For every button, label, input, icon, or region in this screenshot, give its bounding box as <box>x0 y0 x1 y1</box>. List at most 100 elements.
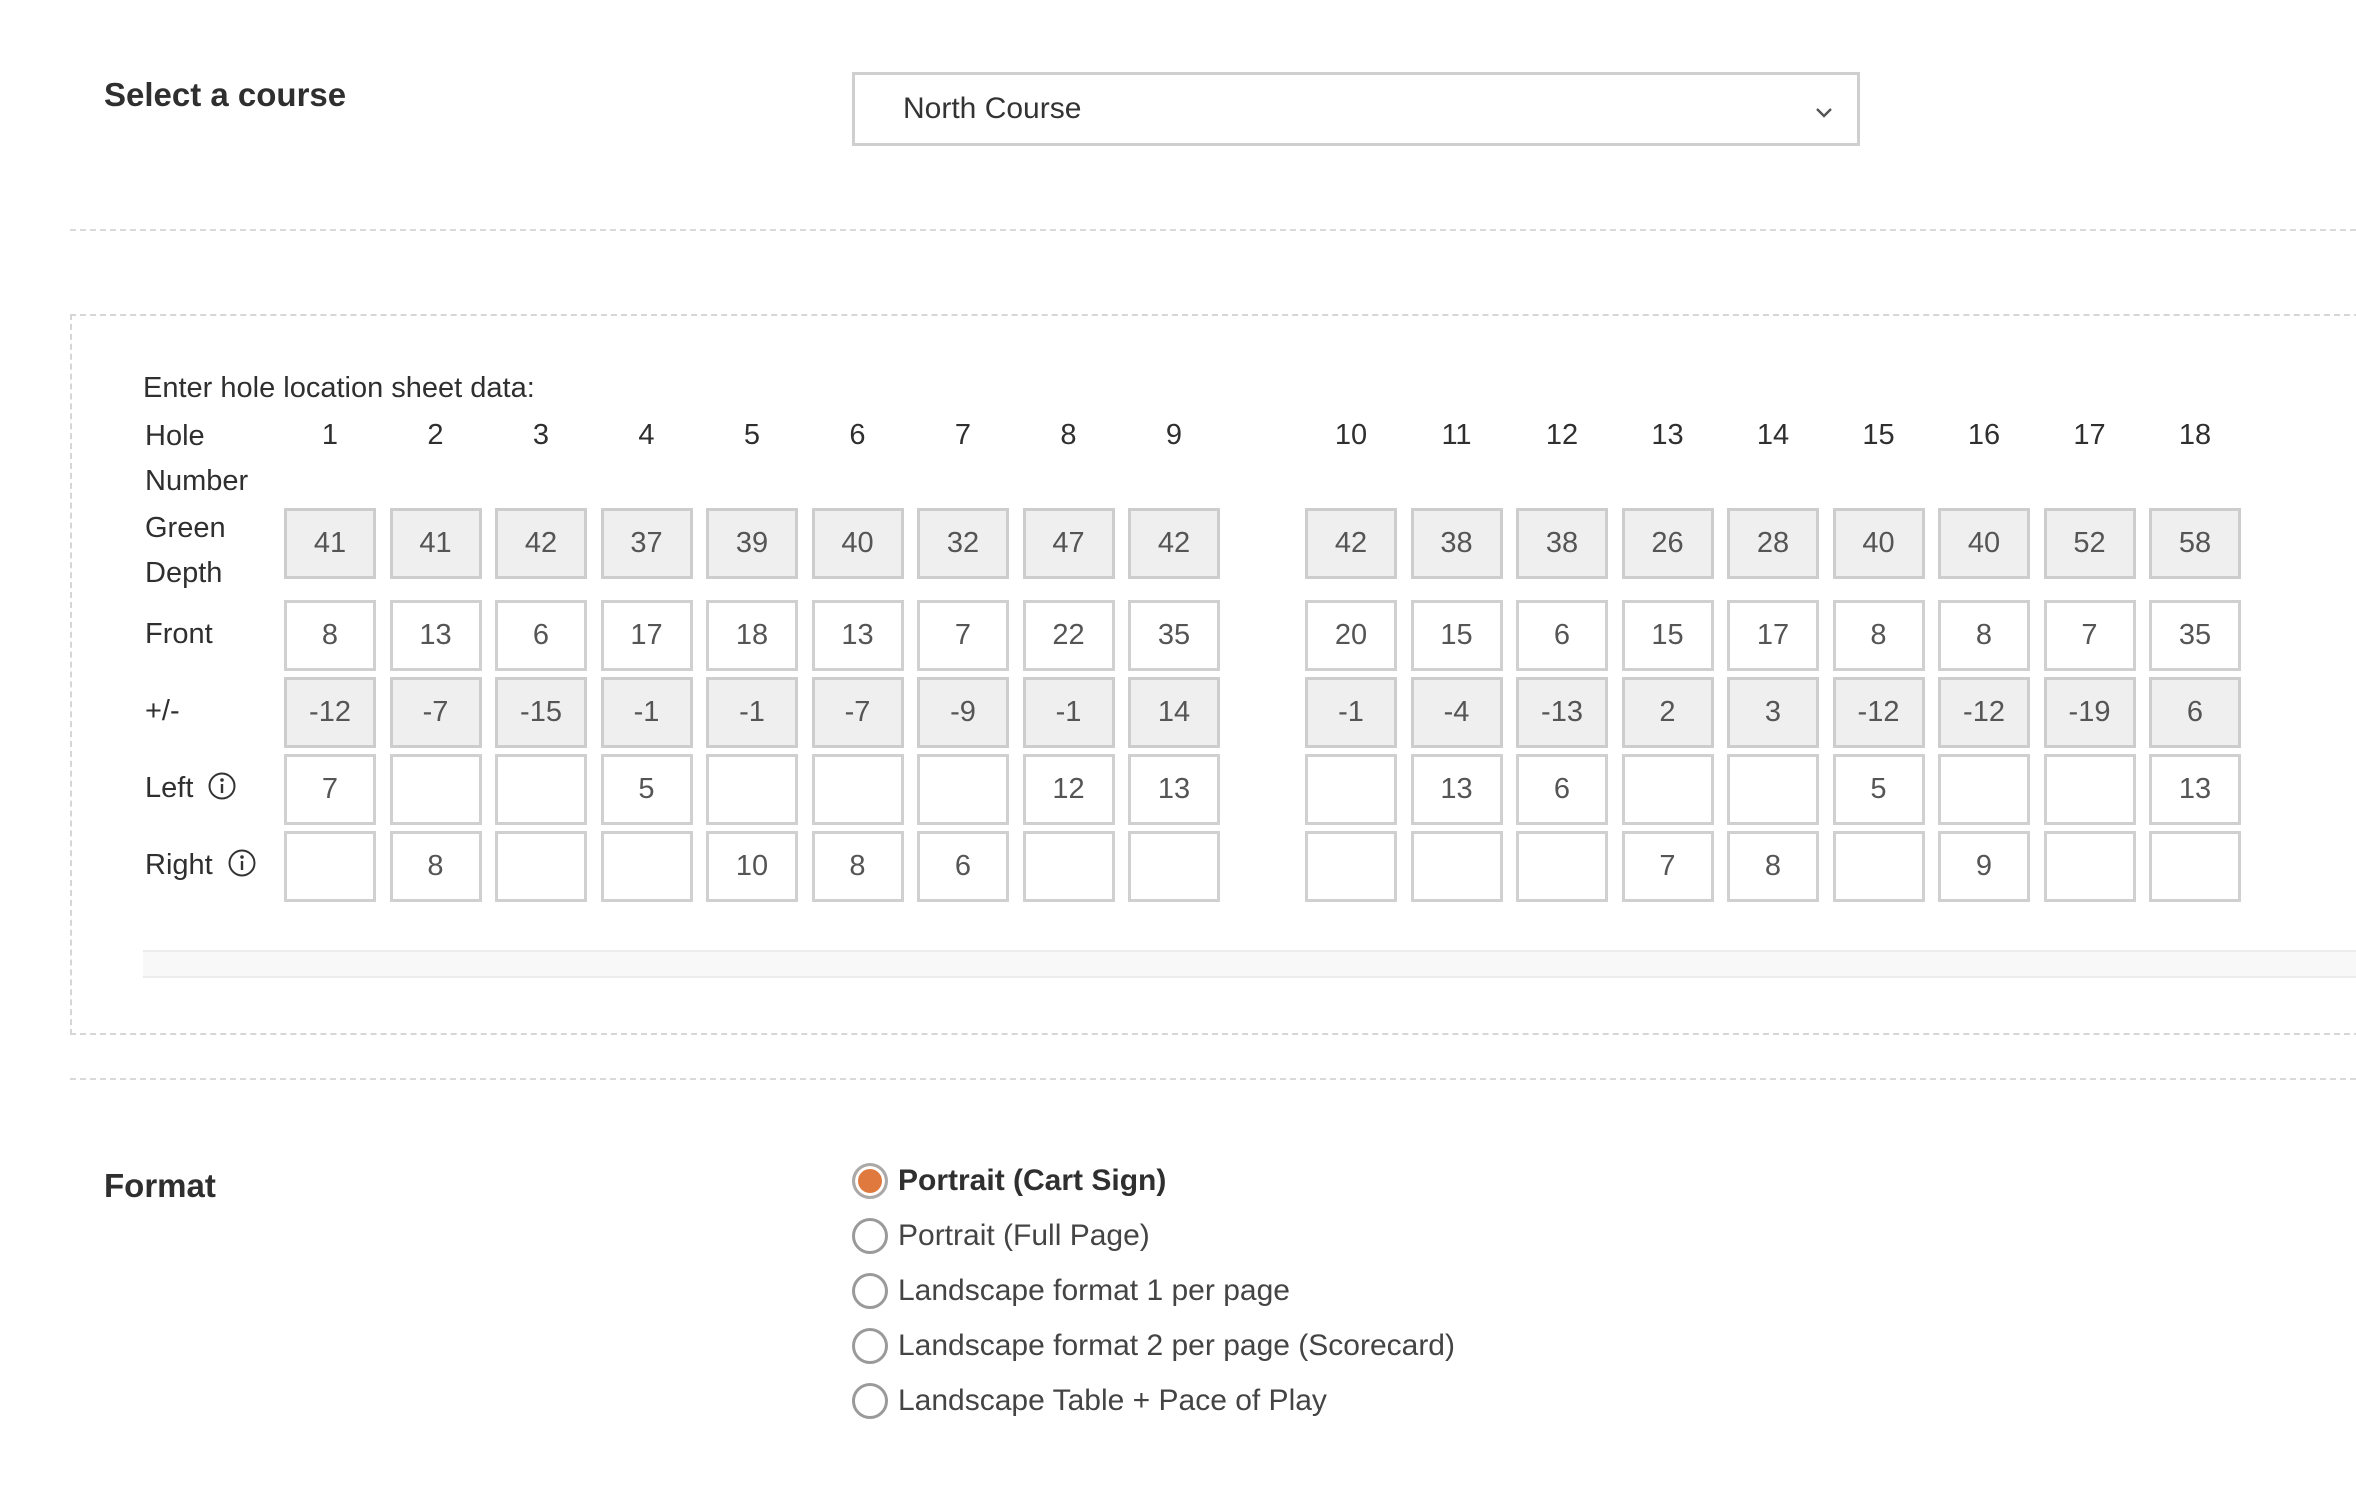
right-input[interactable] <box>1022 831 1115 902</box>
left-input[interactable] <box>389 754 482 825</box>
left-input[interactable]: 13 <box>1128 754 1220 825</box>
front-input[interactable]: 6 <box>495 600 587 671</box>
plus-minus-cell: -12 <box>1938 677 2030 748</box>
right-input[interactable] <box>2043 831 2136 902</box>
green-depth-cell: 28 <box>1727 508 1819 579</box>
right-input[interactable] <box>284 831 376 902</box>
right-input[interactable] <box>1516 831 1608 902</box>
front-input[interactable]: 20 <box>1305 600 1397 671</box>
course-select[interactable]: North Course <box>852 72 1860 146</box>
right-input[interactable] <box>1410 831 1503 902</box>
front-input[interactable]: 35 <box>2149 600 2241 671</box>
hole-number: 3 <box>532 419 550 451</box>
front-input[interactable]: 13 <box>811 600 904 671</box>
left-input[interactable]: 5 <box>600 754 693 825</box>
left-input[interactable] <box>1621 754 1714 825</box>
left-input[interactable] <box>1727 754 1819 825</box>
left-input[interactable]: 7 <box>284 754 376 825</box>
info-icon[interactable] <box>207 771 237 801</box>
course-select-value: North Course <box>903 92 1082 125</box>
front-input[interactable]: 15 <box>1410 600 1503 671</box>
left-input[interactable] <box>706 754 798 825</box>
front-input[interactable]: 17 <box>600 600 693 671</box>
front-input[interactable]: 8 <box>284 600 376 671</box>
left-input[interactable] <box>1938 754 2030 825</box>
green-depth-cell: 42 <box>1128 508 1220 579</box>
format-option-label: Landscape format 1 per page <box>898 1274 1290 1307</box>
right-input[interactable] <box>1305 831 1397 902</box>
left-input[interactable]: 13 <box>2149 754 2241 825</box>
green-depth-cell: 32 <box>917 508 1009 579</box>
radio-button[interactable] <box>852 1328 888 1364</box>
green-depth-cell: 39 <box>706 508 798 579</box>
row-label-hole-number: Hole Number <box>145 420 249 497</box>
radio-button[interactable] <box>852 1218 888 1254</box>
green-depth-cell: 41 <box>284 508 376 579</box>
right-input[interactable]: 8 <box>1727 831 1819 902</box>
hole-number: 9 <box>1165 419 1183 451</box>
plus-minus-cell: 6 <box>2149 677 2241 748</box>
plus-minus-cell: -9 <box>917 677 1009 748</box>
right-input[interactable]: 8 <box>811 831 904 902</box>
format-option[interactable]: Portrait (Cart Sign) <box>852 1163 1166 1199</box>
green-depth-cell: 37 <box>600 508 693 579</box>
front-input[interactable]: 17 <box>1727 600 1819 671</box>
plus-minus-cell: -1 <box>706 677 798 748</box>
front-input[interactable]: 13 <box>389 600 482 671</box>
left-input[interactable]: 6 <box>1516 754 1608 825</box>
section-divider <box>70 1078 2356 1080</box>
green-depth-cell: 26 <box>1621 508 1714 579</box>
hole-number: 13 <box>1651 419 1684 451</box>
right-input[interactable]: 10 <box>706 831 798 902</box>
left-input[interactable]: 12 <box>1022 754 1115 825</box>
radio-button[interactable] <box>852 1163 888 1199</box>
left-input[interactable]: 5 <box>1832 754 1925 825</box>
radio-button[interactable] <box>852 1273 888 1309</box>
left-input[interactable]: 13 <box>1410 754 1503 825</box>
left-input[interactable] <box>1305 754 1397 825</box>
format-option-label: Landscape format 2 per page (Scorecard) <box>898 1329 1455 1362</box>
front-input[interactable]: 35 <box>1128 600 1220 671</box>
right-input[interactable] <box>495 831 587 902</box>
right-input[interactable] <box>600 831 693 902</box>
front-input[interactable]: 8 <box>1938 600 2030 671</box>
left-input[interactable] <box>917 754 1009 825</box>
right-input[interactable]: 9 <box>1938 831 2030 902</box>
left-input[interactable] <box>2043 754 2136 825</box>
right-input[interactable]: 7 <box>1621 831 1714 902</box>
horizontal-scrollbar[interactable] <box>143 950 2356 978</box>
left-input[interactable] <box>811 754 904 825</box>
format-option-label: Portrait (Full Page) <box>898 1219 1150 1252</box>
green-depth-cell: 41 <box>389 508 482 579</box>
format-option[interactable]: Portrait (Full Page) <box>852 1218 1150 1254</box>
hole-number: 12 <box>1545 419 1579 451</box>
front-input[interactable]: 22 <box>1022 600 1115 671</box>
front-input[interactable]: 6 <box>1516 600 1608 671</box>
info-icon[interactable] <box>227 848 257 878</box>
plus-minus-cell: -1 <box>1022 677 1115 748</box>
right-input[interactable]: 8 <box>389 831 482 902</box>
format-option[interactable]: Landscape format 1 per page <box>852 1273 1290 1309</box>
format-option[interactable]: Landscape Table + Pace of Play <box>852 1383 1327 1419</box>
right-input[interactable] <box>2149 831 2241 902</box>
section-divider <box>70 229 2356 231</box>
front-input[interactable]: 8 <box>1832 600 1925 671</box>
chevron-down-icon <box>1816 108 1832 118</box>
right-input[interactable] <box>1832 831 1925 902</box>
hole-number: 10 <box>1334 419 1368 451</box>
front-input[interactable]: 15 <box>1621 600 1714 671</box>
green-depth-cell: 42 <box>1305 508 1397 579</box>
radio-button[interactable] <box>852 1383 888 1419</box>
hole-number: 18 <box>2178 419 2212 451</box>
plus-minus-cell: 2 <box>1621 677 1714 748</box>
hole-number: 14 <box>1756 419 1790 451</box>
front-input[interactable]: 7 <box>2043 600 2136 671</box>
front-input[interactable]: 18 <box>706 600 798 671</box>
front-input[interactable]: 7 <box>917 600 1009 671</box>
right-input[interactable]: 6 <box>917 831 1009 902</box>
left-input[interactable] <box>495 754 587 825</box>
right-input[interactable] <box>1128 831 1220 902</box>
format-option[interactable]: Landscape format 2 per page (Scorecard) <box>852 1328 1455 1364</box>
plus-minus-cell: 14 <box>1128 677 1220 748</box>
format-option-label: Landscape Table + Pace of Play <box>898 1384 1327 1417</box>
